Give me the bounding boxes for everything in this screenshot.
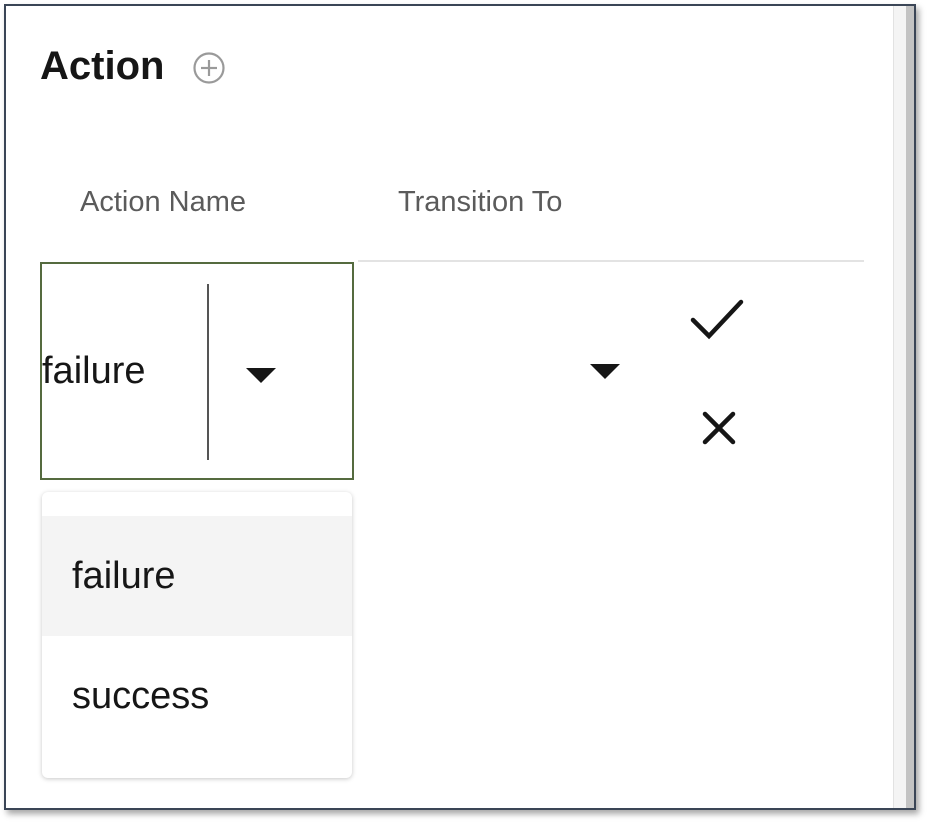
transition-to-dropdown-icon[interactable] [590, 364, 620, 379]
column-header-action-name: Action Name [80, 186, 247, 218]
section-title: Action [40, 44, 165, 88]
scrollbar[interactable] [906, 6, 914, 808]
action-name-value: failure [42, 350, 146, 392]
confirm-checkmark-icon[interactable] [689, 296, 745, 342]
panel: Action Action Name Transition To failure… [4, 4, 916, 810]
cancel-close-icon[interactable] [701, 410, 737, 446]
field-divider [207, 284, 209, 460]
dropdown-option-success[interactable]: success [42, 636, 352, 756]
add-action-icon[interactable] [192, 51, 226, 85]
chevron-down-icon[interactable] [246, 368, 276, 383]
action-name-input[interactable]: failure [42, 264, 170, 478]
column-header-transition-to: Transition To [398, 186, 563, 218]
action-name-combobox[interactable]: failure [40, 262, 354, 480]
action-name-dropdown-list: failure success [42, 492, 352, 778]
dropdown-option-failure[interactable]: failure [42, 516, 352, 636]
header-divider [358, 260, 864, 262]
